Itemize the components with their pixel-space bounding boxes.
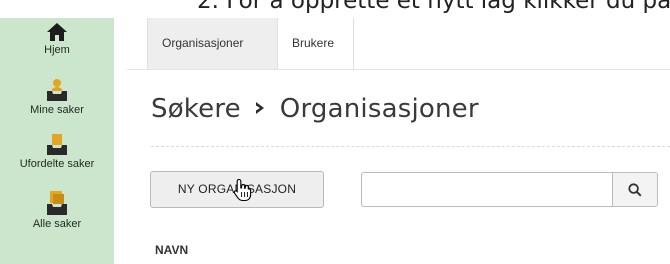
page-title: Søkere Organisasjoner	[151, 92, 479, 124]
sidebar-item-ufordelte-saker[interactable]: Ufordelte saker	[0, 132, 114, 170]
home-icon	[47, 23, 67, 41]
sidebar-item-label: Hjem	[44, 44, 70, 56]
search-button[interactable]	[612, 172, 658, 207]
sidebar: Hjem Mine saker Ufordelte saker Alle sak…	[0, 18, 114, 264]
search-icon	[628, 182, 642, 197]
chevron-right-icon	[254, 92, 266, 122]
sidebar-item-label: Mine saker	[30, 104, 84, 116]
inbox-person-icon	[47, 79, 67, 101]
column-header-navn[interactable]: NAVN	[155, 243, 188, 257]
sidebar-item-label: Alle saker	[32, 218, 82, 230]
search-input[interactable]	[361, 172, 613, 207]
tab-bar: Organisasjoner Brukere	[127, 18, 670, 70]
divider	[151, 146, 670, 147]
instruction-caption: 2. For å opprette et nytt lag klikker du…	[197, 0, 670, 14]
inbox-unassigned-icon	[47, 134, 67, 155]
tab-brukere[interactable]: Brukere	[278, 18, 354, 69]
sidebar-item-mine-saker[interactable]: Mine saker	[0, 78, 114, 116]
sidebar-item-hjem[interactable]: Hjem	[0, 22, 114, 56]
inbox-all-icon	[47, 191, 67, 215]
sidebar-item-alle-saker[interactable]: Alle saker	[0, 190, 114, 230]
hand-cursor-icon	[233, 178, 252, 202]
tab-organisasjoner[interactable]: Organisasjoner	[147, 18, 278, 69]
breadcrumb-parent[interactable]: Søkere	[151, 94, 241, 124]
breadcrumb-current: Organisasjoner	[279, 94, 479, 124]
sidebar-item-label: Ufordelte saker	[19, 158, 95, 170]
